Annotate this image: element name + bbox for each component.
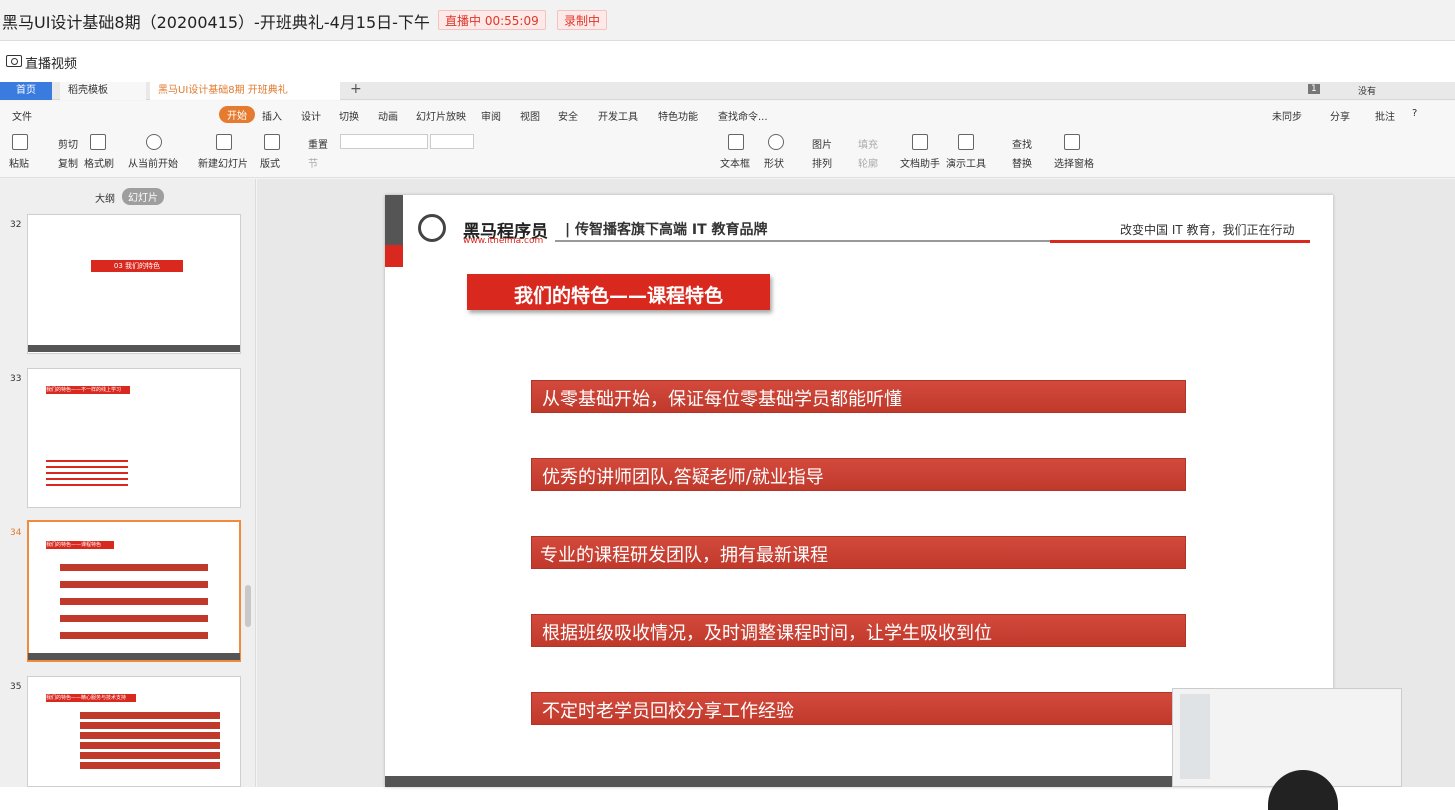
slide-side-bar (385, 195, 403, 245)
window-title: 黑马UI设计基础8期（20200415）-开班典礼-4月15日-下午 (2, 13, 430, 32)
brand-motto: 改变中国 IT 教育，我们正在行动 (1120, 223, 1295, 237)
comment-button[interactable]: 批注 (1375, 108, 1395, 123)
menu-start[interactable]: 开始 (219, 106, 255, 123)
slide-number: 35 (10, 682, 22, 692)
slide-side-accent (385, 245, 403, 267)
record-status-badge: 录制中 (557, 10, 608, 30)
arrange-button[interactable]: 排列 (812, 155, 832, 170)
tab-outline[interactable]: 大纲 (95, 190, 115, 205)
sync-status[interactable]: 未同步 (1272, 108, 1302, 123)
live-status-badge: 直播中 00:55:09 (438, 10, 546, 30)
thumb-feature-bar (60, 581, 208, 588)
live-video-label[interactable]: 直播视频 (25, 53, 77, 72)
selection-pane-button[interactable]: 选择窗格 (1054, 155, 1094, 170)
textbox-icon (728, 134, 744, 150)
font-size-select[interactable] (430, 134, 474, 149)
video-camera-icon (6, 55, 22, 67)
slide-number: 32 (10, 220, 22, 230)
fill-button[interactable]: 填充 (858, 136, 878, 151)
menu-search-command[interactable]: 查找命令... (718, 108, 768, 123)
menu-slideshow[interactable]: 幻灯片放映 (416, 108, 466, 123)
paste-icon (12, 134, 28, 150)
format-painter-button[interactable]: 格式刷 (84, 155, 114, 170)
presentation-tools-button[interactable]: 演示工具 (946, 155, 986, 170)
share-button[interactable]: 分享 (1330, 108, 1350, 123)
font-family-select[interactable] (340, 134, 428, 149)
slide-heading: 我们的特色——课程特色 (513, 285, 723, 307)
feature-text: 从零基础开始，保证每位零基础学员都能听懂 (542, 389, 902, 410)
thumb-feature-bar (60, 564, 208, 571)
tab-templates[interactable]: 稻壳模板 (60, 82, 146, 100)
menu-review[interactable]: 审阅 (481, 108, 501, 123)
play-from-current-button[interactable]: 从当前开始 (128, 155, 178, 170)
tab-slides[interactable]: 幻灯片 (122, 188, 164, 205)
menu-file[interactable]: 文件 (12, 108, 32, 123)
thumb-feature-bar (60, 615, 208, 622)
horse-logo-icon (418, 214, 446, 242)
feature-text: 不定时老学员回校分享工作经验 (542, 701, 794, 722)
feature-text: 根据班级吸收情况，及时调整课程时间，让学生吸收到位 (542, 623, 992, 644)
format-painter-icon (90, 134, 106, 150)
section-button[interactable]: 节 (308, 155, 318, 170)
new-slide-icon (216, 134, 232, 150)
thumb-footer (28, 653, 240, 660)
thumb-feature-bar (60, 632, 208, 639)
layout-icon (264, 134, 280, 150)
menu-animation[interactable]: 动画 (378, 108, 398, 123)
account-label[interactable]: 没有 (1358, 84, 1376, 97)
menu-view[interactable]: 视图 (520, 108, 540, 123)
thumb-feature-bar (60, 598, 208, 605)
feature-text: 专业的课程研发团队，拥有最新课程 (540, 545, 828, 566)
replace-button[interactable]: 替换 (1012, 155, 1032, 170)
menu-security[interactable]: 安全 (558, 108, 578, 123)
header-divider-accent (1050, 240, 1310, 243)
feature-text: 优秀的讲师团队,答疑老师/就业指导 (542, 467, 824, 488)
menu-design[interactable]: 设计 (301, 108, 321, 123)
copy-button[interactable]: 复制 (58, 155, 78, 170)
reset-button[interactable]: 重置 (308, 136, 328, 151)
thumb-title: 我们的特色——精心服务与技术支持 (46, 694, 136, 702)
webcam-window-frame (1180, 694, 1210, 779)
find-button[interactable]: 查找 (1012, 136, 1032, 151)
panel-scrollbar[interactable] (245, 585, 251, 627)
menu-features[interactable]: 特色功能 (658, 108, 698, 123)
thumb-title: 我们的特色——不一样的线上学习 (46, 386, 130, 394)
picture-button[interactable]: 图片 (812, 136, 832, 151)
slide-number: 33 (10, 374, 22, 384)
new-tab-button[interactable]: + (350, 81, 362, 97)
thumb-footer (28, 345, 240, 352)
cut-button[interactable]: 剪切 (58, 136, 78, 151)
live-toolbar (0, 42, 1455, 80)
outline-button[interactable]: 轮廓 (858, 155, 878, 170)
play-icon (146, 134, 162, 150)
slide-number: 34 (10, 528, 22, 538)
thumb-body (46, 460, 128, 490)
tab-document[interactable]: 黑马UI设计基础8期 开班典礼 (150, 82, 340, 100)
shape-button[interactable]: 形状 (764, 155, 784, 170)
brand-slogan: | 传智播客旗下高端 IT 教育品牌 (565, 222, 768, 238)
new-slide-button[interactable]: 新建幻灯片 (198, 155, 248, 170)
tab-home[interactable]: 首页 (0, 82, 52, 100)
doc-assistant-icon (912, 134, 928, 150)
selection-pane-icon (1064, 134, 1080, 150)
menu-transition[interactable]: 切换 (339, 108, 359, 123)
menu-developer[interactable]: 开发工具 (598, 108, 638, 123)
thumb-title: 03 我们的特色 (91, 260, 183, 272)
brand-url: www.itheima.com (463, 236, 544, 246)
menu-insert[interactable]: 插入 (262, 108, 282, 123)
help-button[interactable]: ? (1412, 108, 1417, 119)
page-indicator: 1 (1308, 84, 1320, 94)
thumb-body (80, 712, 220, 772)
shape-icon (768, 134, 784, 150)
thumb-title: 我们的特色——课程特色 (46, 541, 114, 549)
textbox-button[interactable]: 文本框 (720, 155, 750, 170)
layout-button[interactable]: 版式 (260, 155, 280, 170)
doc-assistant-button[interactable]: 文档助手 (900, 155, 940, 170)
presentation-tools-icon (958, 134, 974, 150)
slide-thumbnail[interactable] (27, 214, 241, 354)
paste-button[interactable]: 粘贴 (9, 155, 29, 170)
